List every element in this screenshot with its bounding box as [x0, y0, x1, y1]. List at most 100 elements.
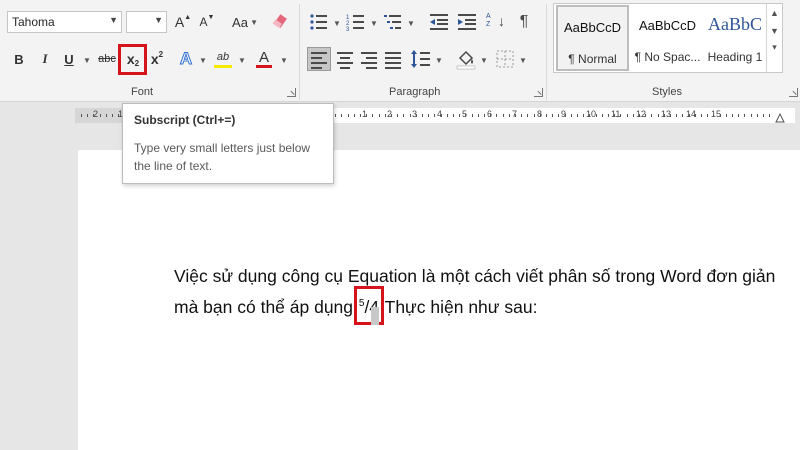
pilcrow-icon: ¶ — [519, 13, 529, 30]
ruler-tick — [341, 114, 343, 117]
text-effects-button[interactable]: A — [176, 48, 196, 70]
ruler-tick — [595, 114, 597, 117]
line — [311, 67, 322, 69]
scroll-down-icon[interactable]: ▼ — [767, 26, 782, 36]
chevron-down-icon: ▼ — [250, 18, 258, 27]
chevron-down-icon[interactable]: ▼ — [238, 56, 246, 65]
decrease-indent-button[interactable] — [428, 11, 450, 33]
ruler-tick — [93, 114, 95, 117]
style-preview: AaBbC — [708, 14, 762, 34]
line-spacing-icon — [411, 50, 430, 68]
style-heading-1[interactable]: AaBbC Heading 1 — [704, 5, 766, 71]
chevron-down-icon[interactable]: ▼ — [333, 19, 341, 28]
line — [311, 57, 322, 59]
style-no-spacing[interactable]: AaBbCcD ¶ No Spac... — [631, 5, 704, 71]
align-right-button[interactable] — [358, 48, 380, 70]
line — [340, 67, 350, 69]
group-separator — [546, 4, 547, 100]
ruler-tick — [558, 114, 560, 117]
ruler-tick — [118, 114, 120, 117]
ruler-tick — [682, 114, 684, 117]
subscript-tooltip: Subscript (Ctrl+=) Type very small lette… — [122, 103, 334, 184]
italic-button[interactable]: I — [36, 48, 54, 70]
ruler-tick — [651, 114, 653, 117]
right-indent-marker-icon[interactable] — [775, 113, 785, 123]
paragraph-group-label: Paragraph — [389, 86, 441, 98]
superscript-button[interactable]: x2 — [148, 48, 166, 70]
sort-button[interactable]: A Z ↓ — [486, 11, 508, 33]
ruler-tick — [415, 114, 417, 117]
scroll-up-icon[interactable]: ▲ — [767, 8, 782, 18]
gallery-scrollbar[interactable]: ▲ ▼ ▾ — [766, 4, 782, 72]
font-name-combo[interactable]: Tahoma ▼ — [7, 11, 122, 33]
bullets-button[interactable] — [308, 11, 330, 33]
sort-icon: A Z — [486, 13, 491, 28]
svg-text:3: 3 — [346, 27, 350, 33]
grow-font-button[interactable]: A ▲ — [174, 11, 192, 33]
align-left-button[interactable] — [307, 47, 331, 71]
strikethrough-icon: abc — [98, 53, 116, 65]
grow-font-icon: A — [174, 14, 185, 30]
justify-button[interactable] — [382, 48, 404, 70]
ruler-tick — [397, 114, 399, 117]
chevron-down-icon[interactable]: ▼ — [199, 56, 207, 65]
paint-bucket-icon — [456, 50, 476, 70]
strikethrough-button[interactable]: abc — [96, 48, 118, 70]
style-normal[interactable]: AaBbCcD ¶ Normal — [556, 5, 629, 71]
bold-button[interactable]: B — [10, 48, 28, 70]
chevron-down-icon[interactable]: ▼ — [370, 19, 378, 28]
line-spacing-button[interactable] — [410, 48, 432, 70]
increase-indent-button[interactable] — [456, 11, 478, 33]
numbering-button[interactable]: 1 2 3 — [345, 11, 367, 33]
ruler-tick — [409, 114, 411, 117]
ruler-tick — [769, 114, 771, 117]
shading-button[interactable] — [455, 48, 477, 70]
ruler-tick — [694, 114, 696, 117]
paragraph-line-1: Việc sử dụng công cụ Equation là một các… — [174, 266, 776, 286]
font-color-button[interactable]: A — [253, 46, 275, 68]
line — [311, 52, 327, 54]
ruler-tick — [570, 114, 572, 117]
ruler-number: 11 — [611, 109, 621, 119]
underline-button[interactable]: U — [60, 48, 78, 70]
font-dialog-launcher-icon[interactable] — [287, 88, 296, 97]
chevron-down-icon[interactable]: ▼ — [83, 56, 91, 65]
ruler-tick — [105, 114, 107, 117]
clear-formatting-button[interactable] — [270, 11, 292, 33]
font-size-combo[interactable]: ▼ — [126, 11, 167, 33]
document-paragraph[interactable]: Việc sử dụng công cụ Equation là một các… — [174, 262, 794, 325]
ruler-tick — [614, 114, 616, 117]
ruler-tick — [564, 114, 566, 117]
ruler-tick — [738, 114, 740, 117]
ruler-tick — [81, 114, 82, 117]
chevron-down-icon[interactable]: ▼ — [407, 19, 415, 28]
chevron-down-icon[interactable]: ▼ — [480, 56, 488, 65]
chevron-down-icon[interactable]: ▼ — [280, 56, 288, 65]
increase-indent-icon — [458, 14, 476, 30]
paragraph-dialog-launcher-icon[interactable] — [534, 88, 543, 97]
numbering-icon: 1 2 3 — [346, 15, 364, 33]
show-formatting-button[interactable]: ¶ — [514, 11, 534, 33]
ruler-tick — [577, 114, 578, 117]
italic-icon: I — [42, 51, 48, 66]
multilevel-list-button[interactable] — [382, 11, 404, 33]
ruler-tick — [589, 114, 591, 117]
bold-icon: B — [14, 51, 24, 67]
borders-button[interactable] — [494, 48, 516, 70]
ruler-tick — [719, 114, 721, 117]
eraser-icon — [272, 14, 287, 29]
align-center-button[interactable] — [334, 48, 356, 70]
highlight-button[interactable]: ab — [211, 46, 235, 68]
chevron-down-icon[interactable]: ▼ — [519, 56, 527, 65]
ruler-tick — [335, 114, 337, 117]
document-page[interactable]: Việc sử dụng công cụ Equation là một các… — [78, 150, 800, 450]
line — [385, 57, 401, 59]
change-case-button[interactable]: Aa ▼ — [226, 11, 258, 33]
ruler-tick — [552, 114, 554, 117]
ruler-tick — [713, 114, 715, 117]
ruler-tick — [533, 114, 535, 117]
shrink-font-button[interactable]: A ▼ — [198, 11, 216, 33]
styles-dialog-launcher-icon[interactable] — [789, 88, 798, 97]
chevron-down-icon[interactable]: ▼ — [435, 56, 443, 65]
more-styles-icon[interactable]: ▾ — [767, 42, 782, 53]
